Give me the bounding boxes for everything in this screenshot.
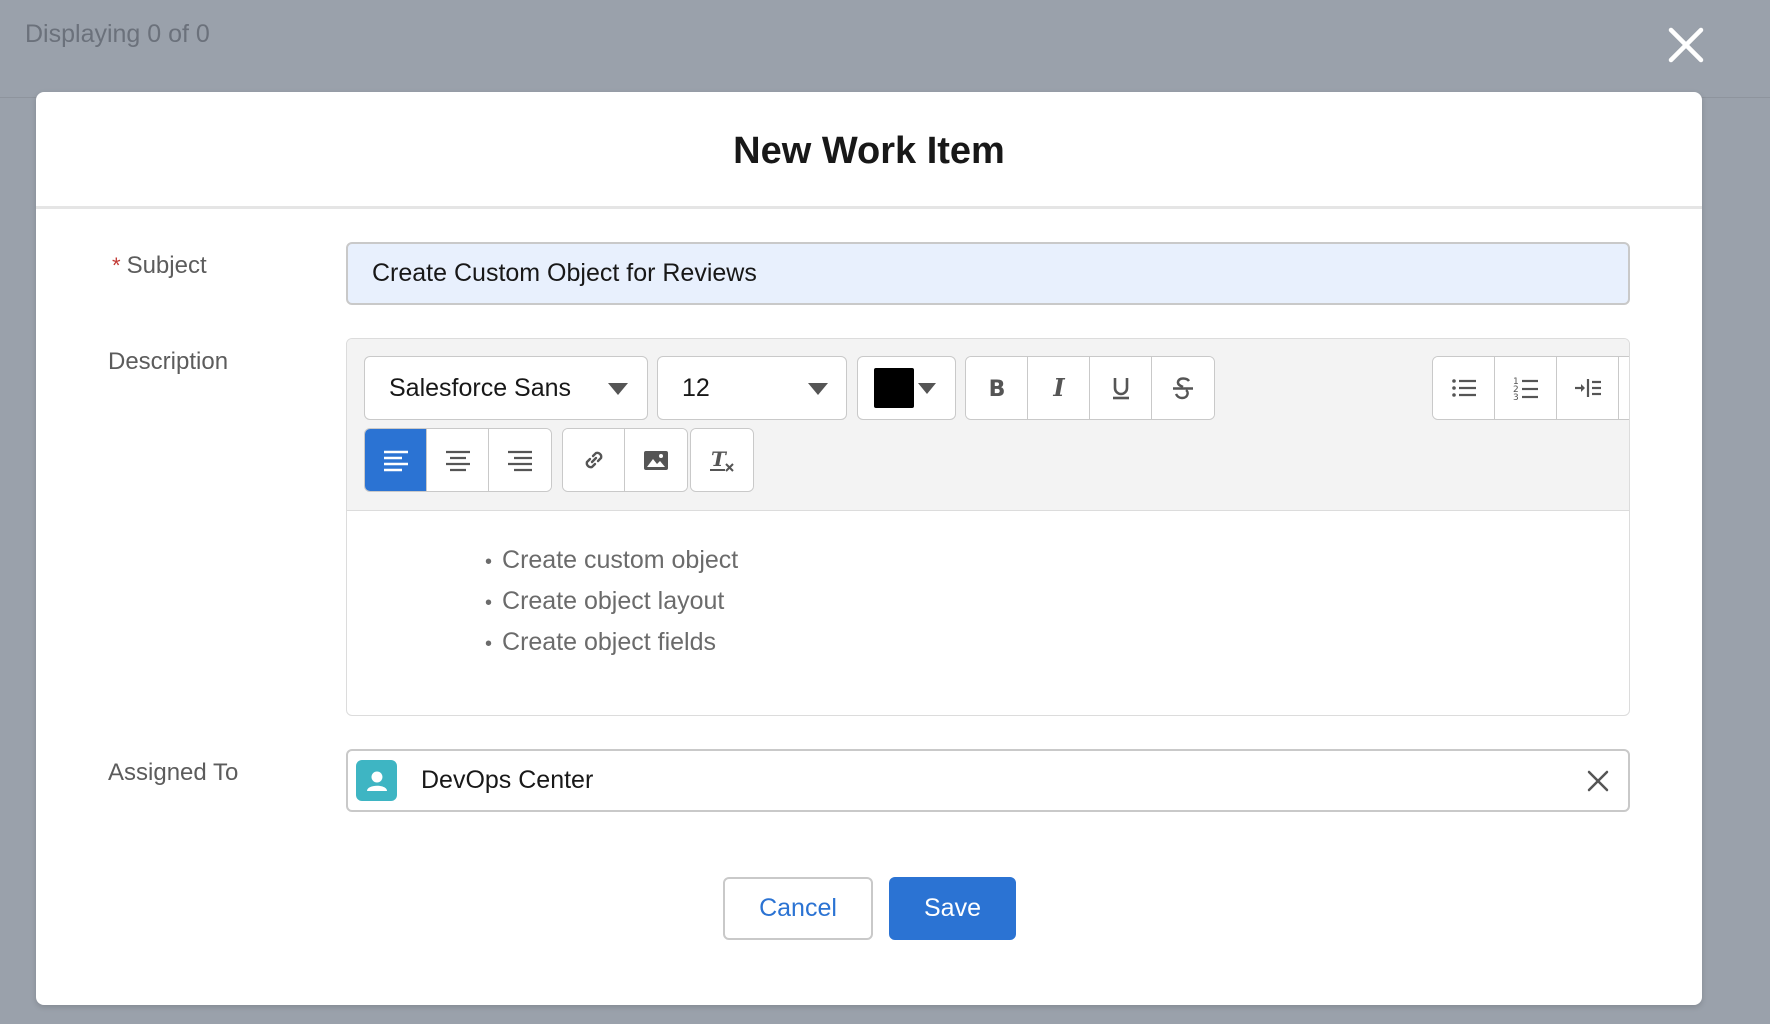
assigned-to-value: DevOps Center [421,766,594,794]
chevron-down-icon [918,383,936,394]
chevron-down-icon [608,383,628,395]
subject-input[interactable]: Create Custom Object for Reviews [346,242,1630,305]
text-style-group: B I [965,356,1215,420]
subject-value: Create Custom Object for Reviews [372,259,757,287]
user-icon [366,771,387,791]
close-icon[interactable] [1665,24,1707,66]
list-item: Create object fields [485,623,1629,664]
description-label: Description [108,348,229,375]
bulleted-list-button[interactable] [1433,357,1495,419]
align-left-icon [383,450,408,472]
subject-label: * Subject [112,252,207,280]
align-center-button[interactable] [427,429,489,491]
clear-format-group: T [690,428,754,492]
bulleted-list-icon [1451,379,1476,397]
svg-text:I: I [1052,373,1065,402]
clear-formatting-icon: T [710,447,734,472]
assigned-to-label: Assigned To [108,759,239,786]
alignment-group [364,428,552,492]
new-work-item-modal: New Work Item * Subject Create Custom Obj… [36,92,1702,1005]
list-item: Create object layout [485,582,1629,623]
bold-icon: B [988,377,1005,402]
strikethrough-icon [1173,377,1193,400]
chevron-down-icon [808,383,828,395]
svg-text:T: T [711,447,728,471]
user-avatar-icon [356,760,397,801]
editor-toolbar: Salesforce Sans 12 B I 1 2 3 T [347,339,1629,511]
link-icon [585,451,602,469]
strikethrough-button[interactable] [1152,357,1214,419]
italic-icon: I [1052,373,1065,402]
cancel-button[interactable]: Cancel [723,877,873,940]
underline-button[interactable] [1090,357,1152,419]
clear-formatting-button[interactable]: T [691,429,753,491]
description-editor: Salesforce Sans 12 B I 1 2 3 T • Create … [346,338,1630,716]
svg-text:B: B [988,377,1005,402]
list-item: Create custom object [485,541,1629,582]
clear-selection-icon[interactable] [1586,769,1610,793]
required-marker: * [112,253,121,278]
insert-link-button[interactable] [563,429,625,491]
text-color-picker[interactable] [857,356,956,420]
bold-button[interactable]: B [966,357,1028,419]
subject-label-text: Subject [126,252,207,279]
font-family-select[interactable]: Salesforce Sans [364,356,648,420]
align-center-icon [445,450,470,472]
numbered-list-button[interactable]: 123 [1495,357,1557,419]
indent-button[interactable] [1557,357,1619,419]
font-size-select[interactable]: 12 [657,356,847,420]
indent-icon [1574,379,1601,397]
save-button[interactable]: Save [889,877,1016,940]
insert-group [562,428,688,492]
insert-image-button[interactable] [625,429,687,491]
font-family-value: Salesforce Sans [389,373,572,402]
editor-content[interactable]: Create custom object Create object layou… [347,511,1629,664]
modal-header: New Work Item [36,92,1702,209]
underline-icon [1112,378,1129,400]
svg-text:3: 3 [1513,393,1519,403]
description-list: Create custom object Create object layou… [485,541,1629,664]
align-left-button[interactable] [365,429,427,491]
align-right-icon [508,450,532,472]
font-size-value: 12 [682,373,710,402]
color-swatch [874,368,914,408]
align-right-button[interactable] [489,429,551,491]
numbered-list-icon: 123 [1513,377,1538,403]
image-icon [644,451,668,470]
list-indent-group: 123 [1432,356,1629,420]
italic-button[interactable]: I [1028,357,1090,419]
outdent-button[interactable] [1619,357,1629,419]
record-count-text: Displaying 0 of 0 [25,20,210,48]
modal-title: New Work Item [733,129,1005,172]
assigned-to-lookup[interactable]: DevOps Center [346,749,1630,812]
